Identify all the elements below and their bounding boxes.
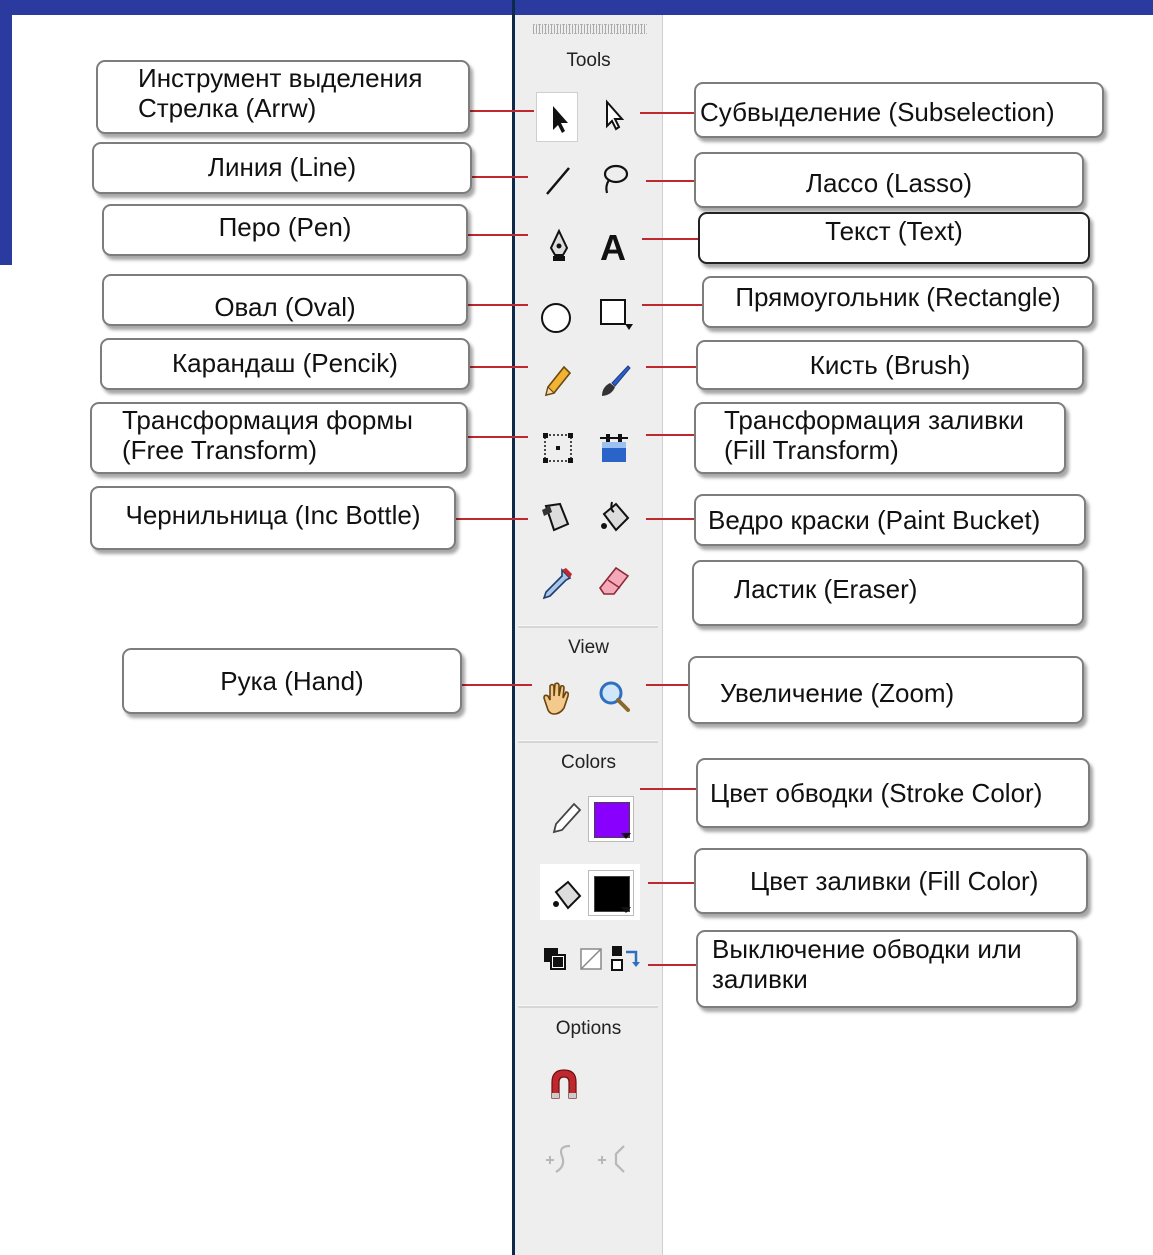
- rectangle-icon[interactable]: [597, 294, 633, 330]
- tools-section-title: Tools: [566, 50, 611, 71]
- separator: [518, 1005, 658, 1008]
- chevron-down-icon: [621, 833, 631, 839]
- zoom-label: Увеличение (Zoom): [688, 656, 1084, 724]
- panel-grip[interactable]: [533, 24, 647, 34]
- connector-line: [642, 304, 704, 306]
- fill-bucket-icon: [548, 876, 584, 912]
- connector-line: [646, 518, 696, 520]
- fill-transform-icon[interactable]: [596, 430, 632, 466]
- connector-line: [646, 434, 696, 436]
- pen-label: Перо (Pen): [102, 204, 468, 256]
- fill-transform-label: Трансформация заливки (Fill Transform): [694, 402, 1066, 474]
- zoom-icon[interactable]: [596, 678, 632, 714]
- stroke-pencil-icon: [548, 800, 584, 836]
- connector-line: [642, 238, 700, 240]
- separator: [518, 625, 658, 628]
- tools-panel: [515, 15, 663, 1255]
- stroke-color-label: Цвет обводки (Stroke Color): [696, 758, 1090, 828]
- connector-line: [640, 788, 696, 790]
- connector-line: [454, 518, 528, 520]
- connector-line: [470, 176, 528, 178]
- svg-text:A: A: [600, 228, 626, 264]
- arrow-icon[interactable]: [541, 100, 577, 136]
- connector-line: [468, 366, 528, 368]
- fill-color-button[interactable]: [588, 870, 634, 916]
- line-label: Линия (Line): [92, 142, 472, 194]
- separator: [518, 740, 658, 743]
- no-color-icon[interactable]: [578, 946, 604, 972]
- ink-bottle-label: Чернильница (Inc Bottle): [90, 486, 456, 550]
- subselection-label: Субвыделение (Subselection): [694, 82, 1104, 138]
- snap-magnet-icon[interactable]: [546, 1066, 582, 1102]
- free-transform-label: Трансформация формы (Free Transform): [90, 402, 468, 474]
- pencil-icon[interactable]: [538, 363, 574, 399]
- smooth-icon[interactable]: [544, 1140, 580, 1176]
- chevron-down-icon: [621, 907, 631, 913]
- arrow-label: Инструмент выделения Стрелка (Arrw): [96, 60, 470, 134]
- colors-section-title: Colors: [561, 752, 616, 773]
- text-label: Текст (Text): [698, 212, 1090, 264]
- free-transform-icon[interactable]: [540, 430, 576, 466]
- stroke-color-button[interactable]: [588, 796, 634, 842]
- no-color-label: Выключение обводки или заливки: [696, 930, 1078, 1008]
- connector-line: [640, 112, 698, 114]
- slide-frame-top: [0, 0, 1153, 15]
- swap-colors-icon[interactable]: [610, 944, 640, 974]
- subselection-icon[interactable]: [595, 96, 631, 132]
- options-section-title: Options: [555, 1018, 622, 1039]
- connector-line: [468, 110, 534, 112]
- brush-icon[interactable]: [596, 363, 632, 399]
- connector-line: [646, 180, 696, 182]
- connector-line: [466, 436, 528, 438]
- hand-icon[interactable]: [538, 680, 574, 716]
- text-icon[interactable]: A: [595, 228, 631, 264]
- pen-icon[interactable]: [541, 228, 577, 264]
- slide-frame-left: [0, 0, 12, 265]
- fill-color-label: Цвет заливки (Fill Color): [694, 848, 1088, 914]
- connector-line: [648, 882, 696, 884]
- oval-icon[interactable]: [538, 298, 574, 334]
- connector-line: [466, 304, 528, 306]
- paint-bucket-icon[interactable]: [596, 498, 632, 534]
- lasso-icon[interactable]: [595, 160, 631, 196]
- black-white-icon[interactable]: [542, 946, 568, 972]
- hand-label: Рука (Hand): [122, 648, 462, 714]
- line-icon[interactable]: [541, 162, 577, 198]
- connector-line: [646, 366, 698, 368]
- connector-line: [462, 684, 532, 686]
- ink-bottle-icon[interactable]: [538, 498, 574, 534]
- connector-line: [466, 234, 528, 236]
- straighten-icon[interactable]: [596, 1140, 632, 1176]
- pencil-label: Карандаш (Pencik): [100, 338, 470, 390]
- eyedropper-icon[interactable]: [538, 566, 574, 602]
- eraser-label: Ластик (Eraser): [692, 560, 1084, 626]
- connector-line: [648, 964, 698, 966]
- eraser-icon[interactable]: [596, 562, 632, 598]
- lasso-label: Лассо (Lasso): [694, 152, 1084, 208]
- brush-label: Кисть (Brush): [696, 340, 1084, 390]
- rectangle-label: Прямоугольник (Rectangle): [702, 276, 1094, 328]
- view-section-title: View: [568, 637, 609, 658]
- connector-line: [646, 684, 690, 686]
- paint-bucket-label: Ведро краски (Paint Bucket): [694, 494, 1086, 546]
- oval-label: Овал (Oval): [102, 274, 468, 326]
